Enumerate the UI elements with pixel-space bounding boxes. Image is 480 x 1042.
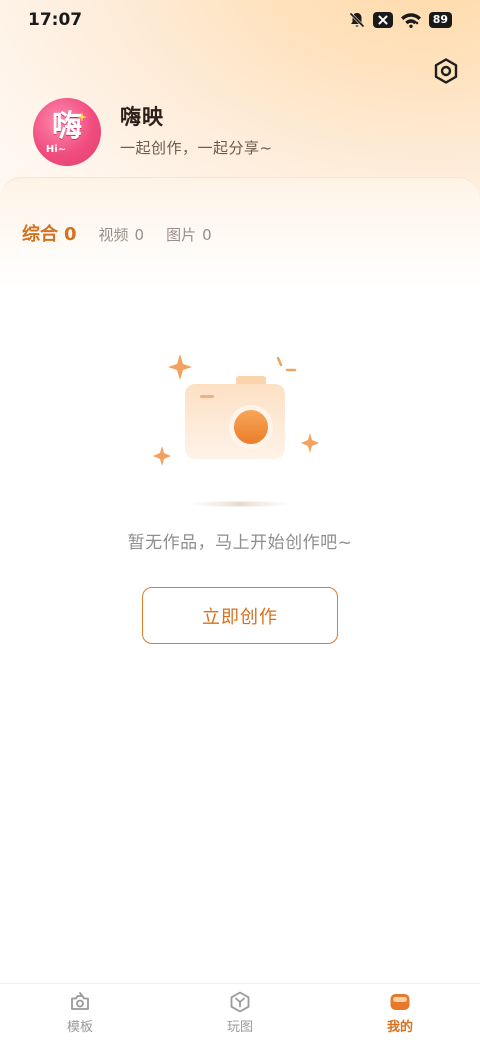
works-tabs: 综合 0 视频 0 图片 0	[22, 220, 234, 246]
user-slogan: 一起创作，一起分享~	[120, 139, 273, 157]
tab-image[interactable]: 图片 0	[166, 224, 212, 245]
avatar[interactable]: 嗨 Hi~	[33, 98, 101, 166]
template-icon	[71, 992, 89, 1010]
works-panel: 综合 0 视频 0 图片 0 暂无作品，马上开始创作吧~ 立即创作	[0, 177, 480, 983]
tab-all[interactable]: 综合 0	[22, 220, 77, 246]
close-badge-icon	[372, 12, 393, 28]
status-bar: 17:07 89	[0, 0, 480, 40]
nav-label-play-image: 玩图	[226, 1020, 253, 1035]
nav-item-template[interactable]: 模板	[0, 984, 160, 1042]
empty-message: 暂无作品，马上开始创作吧~	[127, 533, 353, 553]
battery-icon: 89	[428, 12, 452, 28]
settings-button[interactable]	[430, 55, 462, 87]
wifi-icon	[400, 13, 421, 28]
nav-label-profile: 我的	[386, 1020, 413, 1035]
nav-item-play-image[interactable]: 玩图	[160, 984, 320, 1042]
tab-video-count: 0	[134, 226, 145, 244]
user-name: 嗨映	[120, 105, 164, 129]
tab-all-count: 0	[64, 224, 77, 245]
tab-video[interactable]: 视频 0	[99, 224, 145, 245]
nav-label-template: 模板	[66, 1020, 93, 1035]
gear-icon	[434, 58, 458, 84]
profile-screen: 17:07 89 嗨 Hi~ 嗨映 一起创作，一起分享~ 综合 0 视频 0 图…	[0, 0, 480, 1042]
bell-muted-icon	[349, 12, 365, 28]
bottom-nav: 模板 玩图 我的	[0, 983, 480, 1042]
play-image-icon	[230, 991, 250, 1013]
status-time: 17:07	[28, 10, 83, 30]
camera-icon	[153, 354, 319, 507]
tab-video-label: 视频	[98, 226, 129, 244]
avatar-logo-subtext: Hi~	[45, 143, 67, 155]
profile-icon	[390, 994, 410, 1010]
tab-all-label: 综合	[22, 224, 58, 245]
tab-image-count: 0	[202, 226, 212, 244]
tab-image-label: 图片	[166, 226, 197, 244]
nav-item-profile[interactable]: 我的	[320, 984, 480, 1042]
create-now-button[interactable]: 立即创作	[142, 587, 338, 644]
sparkle-icon	[77, 112, 87, 122]
status-icons: 89	[348, 11, 452, 29]
